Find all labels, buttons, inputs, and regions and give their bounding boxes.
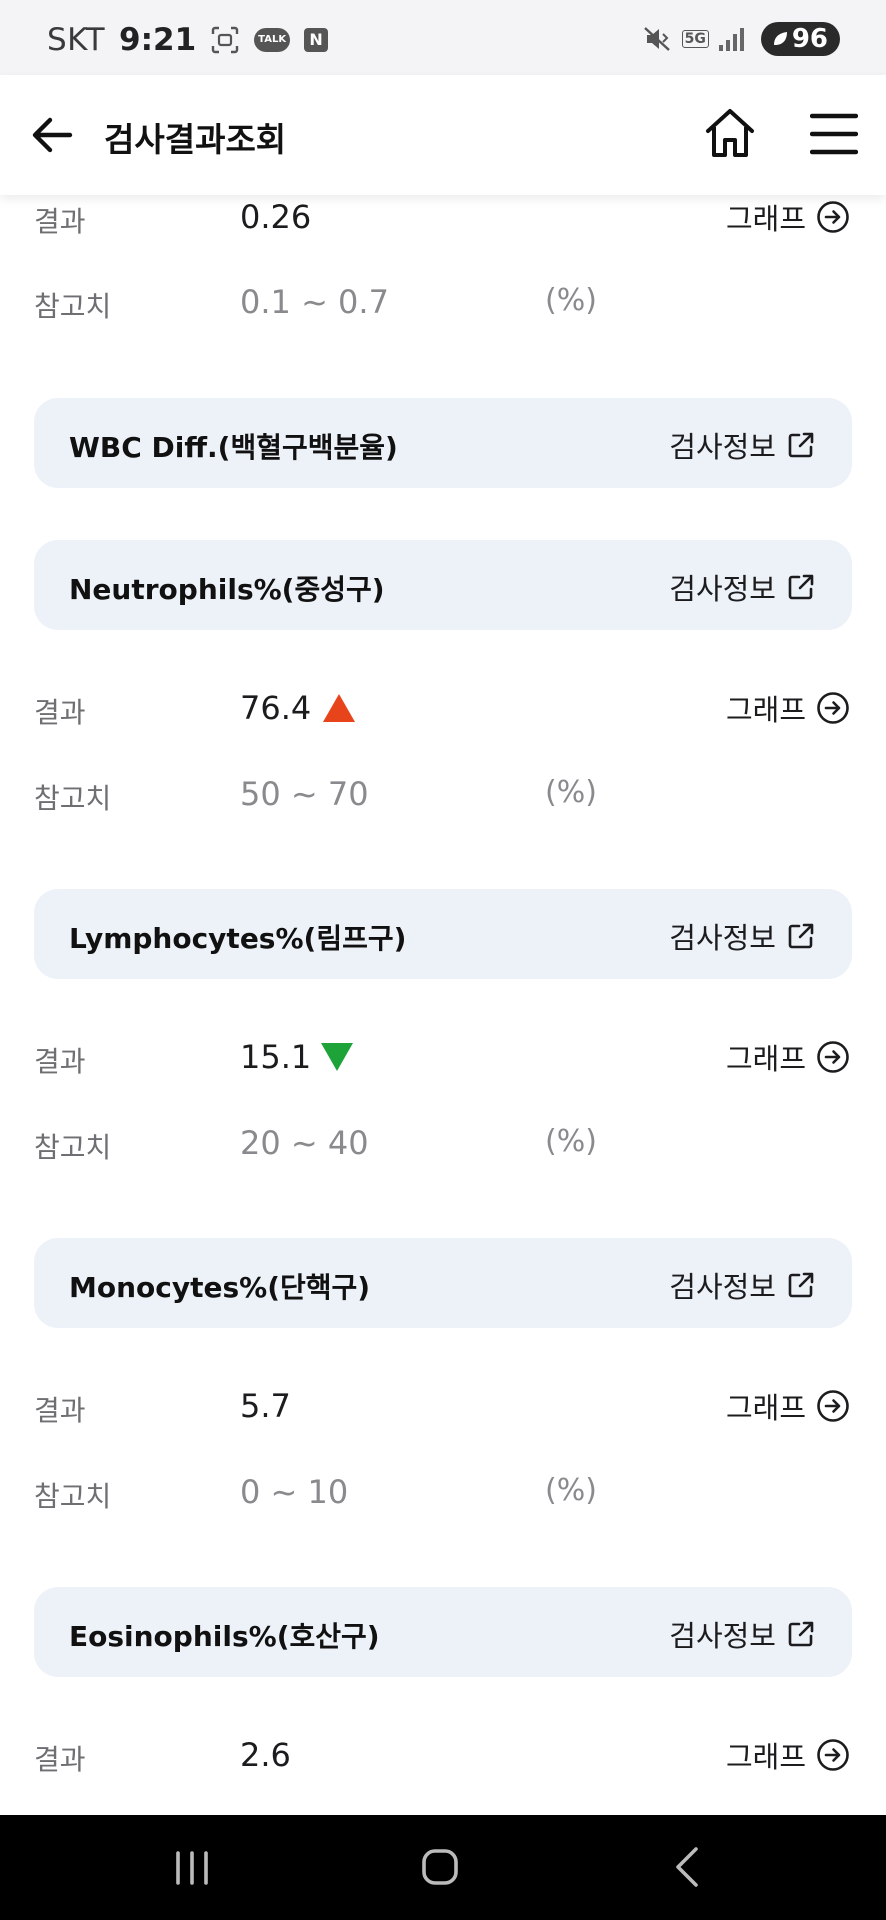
test-info-label: 검사정보	[669, 1619, 776, 1653]
graph-label: 그래프	[725, 693, 806, 727]
clock: 9:21	[119, 22, 197, 58]
reference-label: 참고치	[34, 1480, 112, 1513]
naver-notification-icon: N	[304, 28, 329, 52]
test-name: Monocytes%(단핵구)	[69, 1271, 371, 1304]
result-row: 결과 76.4 그래프	[0, 679, 886, 739]
page-title: 검사결과조회	[104, 120, 287, 159]
test-info-label: 검사정보	[669, 430, 776, 464]
result-row: 결과 5.7 그래프	[0, 1377, 886, 1437]
reference-value: 50 ~ 70	[240, 775, 369, 813]
test-card-lymphocytes[interactable]: Lymphocytes%(림프구) 검사정보	[34, 889, 852, 979]
result-label: 결과	[34, 1394, 86, 1427]
result-value: 15.1	[240, 1038, 354, 1076]
unit-label: (%)	[545, 775, 597, 810]
leaf-icon	[773, 32, 787, 45]
test-card-neutrophils[interactable]: Neutrophils%(중성구) 검사정보	[34, 540, 852, 630]
result-label: 결과	[34, 205, 86, 238]
unit-label: (%)	[545, 1124, 597, 1159]
test-info-link[interactable]: 검사정보	[669, 1613, 816, 1655]
graph-label: 그래프	[725, 1042, 806, 1076]
arrow-right-circle-icon	[817, 1390, 849, 1422]
external-link-icon	[788, 574, 814, 600]
result-label: 결과	[34, 1045, 86, 1078]
graph-button[interactable]: 그래프	[726, 196, 850, 238]
test-info-link[interactable]: 검사정보	[669, 424, 816, 466]
results-content: 결과 0.26 그래프 참고치 0.1 ~ 0.7 (%) WBC Diff.(…	[0, 0, 886, 1815]
system-navigation-bar	[0, 1815, 886, 1920]
arrow-right-circle-icon	[817, 1739, 849, 1771]
result-value: 5.7	[240, 1387, 291, 1425]
graph-label: 그래프	[725, 1740, 806, 1774]
arrow-right-circle-icon	[817, 201, 849, 233]
section-card-wbc-diff[interactable]: WBC Diff.(백혈구백분율) 검사정보	[34, 398, 852, 488]
test-name: Neutrophils%(중성구)	[69, 573, 385, 606]
reference-label: 참고치	[34, 782, 112, 815]
test-info-link[interactable]: 검사정보	[669, 1264, 816, 1306]
graph-button[interactable]: 그래프	[726, 1734, 850, 1776]
graph-button[interactable]: 그래프	[726, 687, 850, 729]
signal-icon	[718, 28, 744, 51]
battery-level: 96	[791, 24, 828, 54]
result-value: 2.6	[240, 1736, 291, 1774]
arrow-right-circle-icon	[817, 1041, 849, 1073]
external-link-icon	[788, 432, 814, 458]
result-label: 결과	[34, 1743, 86, 1776]
reference-value: 0 ~ 10	[240, 1473, 349, 1511]
low-flag-icon	[321, 1043, 354, 1071]
section-name: WBC Diff.(백혈구백분율)	[69, 431, 398, 464]
reference-row: 참고치 0 ~ 10 (%)	[0, 1463, 886, 1523]
result-row: 결과 0.26 그래프	[0, 188, 886, 248]
test-card-eosinophils[interactable]: Eosinophils%(호산구) 검사정보	[34, 1587, 852, 1677]
result-label: 결과	[34, 696, 86, 729]
test-info-label: 검사정보	[669, 921, 776, 955]
app-header: 검사결과조회	[0, 75, 886, 195]
test-name: Lymphocytes%(림프구)	[69, 922, 407, 955]
external-link-icon	[788, 1621, 814, 1647]
reference-value: 0.1 ~ 0.7	[240, 283, 389, 321]
carrier-label: SKT	[47, 22, 106, 58]
talk-notification-icon: TALK	[254, 28, 291, 52]
arrow-right-circle-icon	[817, 692, 849, 724]
external-link-icon	[788, 923, 814, 949]
back-button-icon[interactable]	[672, 1845, 702, 1889]
reference-row: 참고치 20 ~ 40 (%)	[0, 1114, 886, 1174]
reference-row: 참고치 50 ~ 70 (%)	[0, 765, 886, 825]
mute-vibrate-icon	[643, 27, 670, 51]
test-card-monocytes[interactable]: Monocytes%(단핵구) 검사정보	[34, 1238, 852, 1328]
reference-label: 참고치	[34, 1131, 112, 1164]
test-name: Eosinophils%(호산구)	[69, 1620, 380, 1653]
result-row: 결과 15.1 그래프	[0, 1028, 886, 1088]
reference-label: 참고치	[34, 290, 112, 323]
reference-row: 참고치 0.1 ~ 0.7 (%)	[0, 273, 886, 333]
screen-capture-icon	[211, 26, 239, 54]
graph-label: 그래프	[725, 1391, 806, 1425]
home-button-icon[interactable]	[420, 1847, 460, 1887]
graph-label: 그래프	[725, 202, 806, 236]
back-arrow-icon[interactable]	[28, 111, 76, 159]
battery-indicator: 96	[760, 22, 840, 56]
test-info-label: 검사정보	[669, 572, 776, 606]
network-type-label: 5G	[681, 30, 709, 48]
reference-value: 20 ~ 40	[240, 1124, 369, 1162]
unit-label: (%)	[545, 1473, 597, 1508]
test-info-link[interactable]: 검사정보	[669, 566, 816, 608]
status-bar: SKT 9:21 TALK N 5G 96	[0, 0, 886, 75]
result-row: 결과 2.6 그래프	[0, 1726, 886, 1786]
test-info-link[interactable]: 검사정보	[669, 915, 816, 957]
unit-label: (%)	[545, 283, 597, 318]
recent-apps-icon[interactable]	[172, 1849, 212, 1887]
result-value: 0.26	[240, 198, 312, 236]
result-value: 76.4	[240, 689, 356, 727]
test-info-label: 검사정보	[669, 1270, 776, 1304]
hamburger-menu-icon[interactable]	[810, 111, 858, 157]
external-link-icon	[788, 1272, 814, 1298]
high-flag-icon	[323, 694, 356, 722]
home-icon[interactable]	[702, 105, 758, 161]
graph-button[interactable]: 그래프	[726, 1385, 850, 1427]
graph-button[interactable]: 그래프	[726, 1036, 850, 1078]
